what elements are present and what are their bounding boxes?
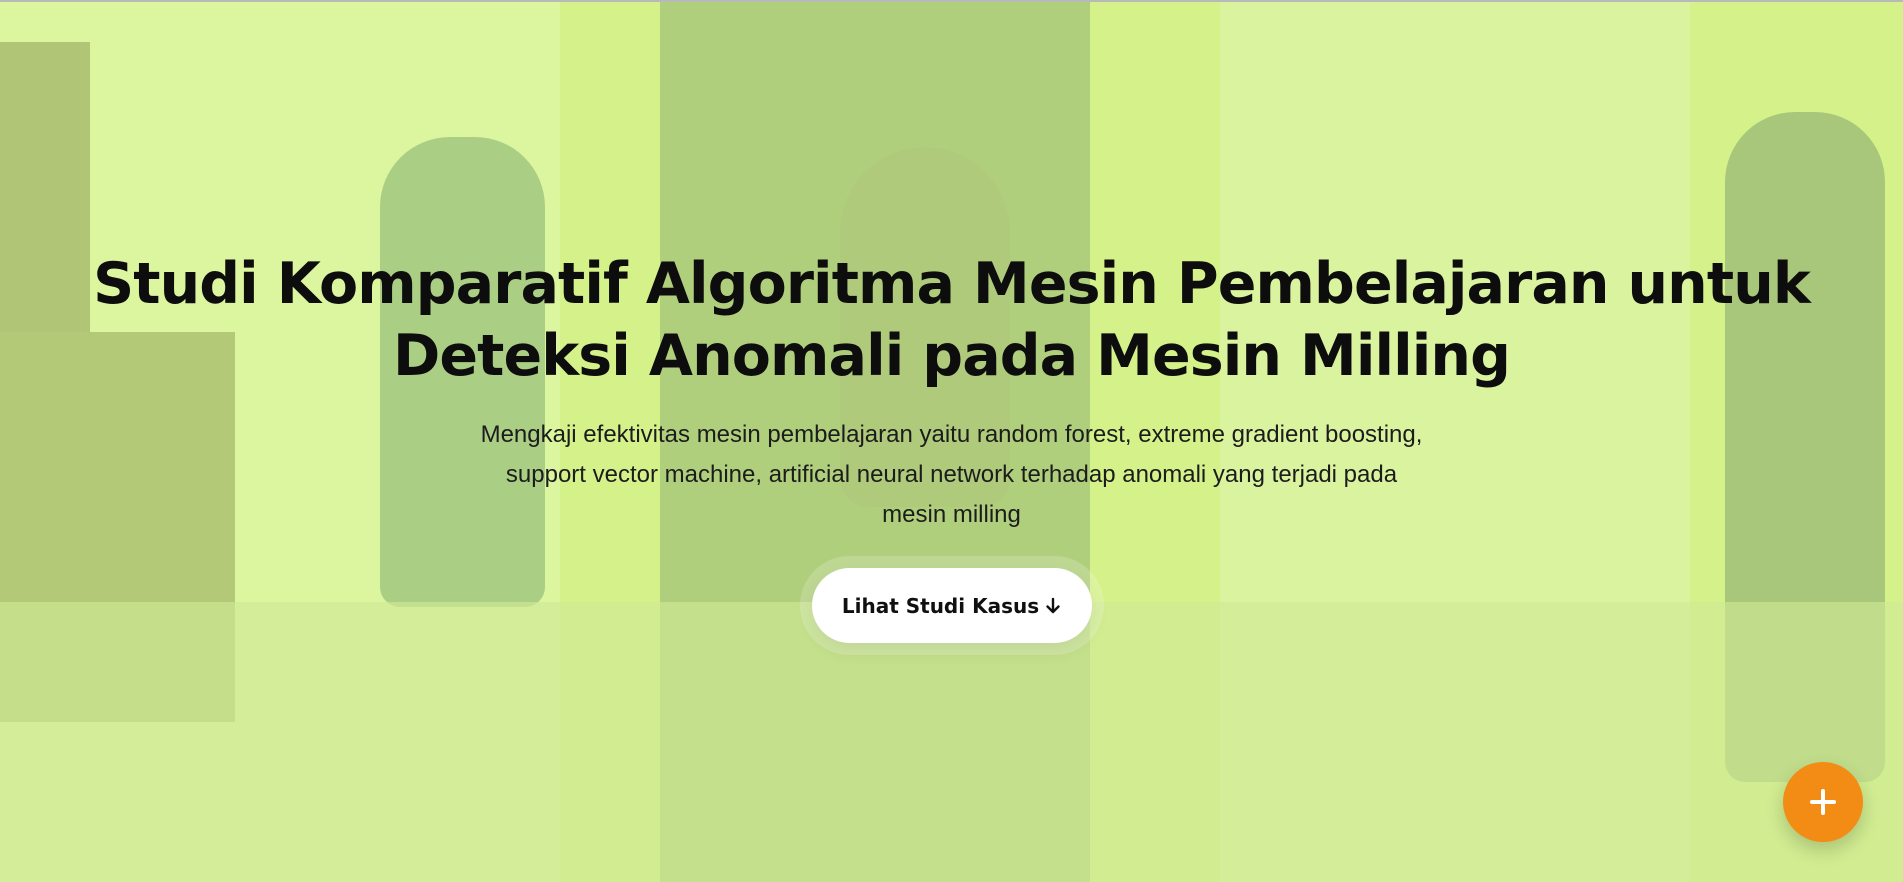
hero-section: Studi Komparatif Algoritma Mesin Pembela… — [0, 0, 1903, 882]
arrow-down-icon — [1046, 597, 1060, 613]
hero-title: Studi Komparatif Algoritma Mesin Pembela… — [93, 251, 1811, 389]
hero-subtitle: Mengkaji efektivitas mesin pembelajaran … — [480, 421, 1423, 528]
plus-icon — [1810, 789, 1836, 815]
view-case-study-button[interactable]: Lihat Studi Kasus — [811, 568, 1092, 643]
cta-label: Lihat Studi Kasus — [841, 593, 1040, 618]
hero-content: Studi Komparatif Algoritma Mesin Pembela… — [0, 248, 1903, 643]
cta-wrapper: Lihat Studi Kasus — [0, 568, 1903, 643]
floating-add-button[interactable] — [1783, 762, 1863, 842]
